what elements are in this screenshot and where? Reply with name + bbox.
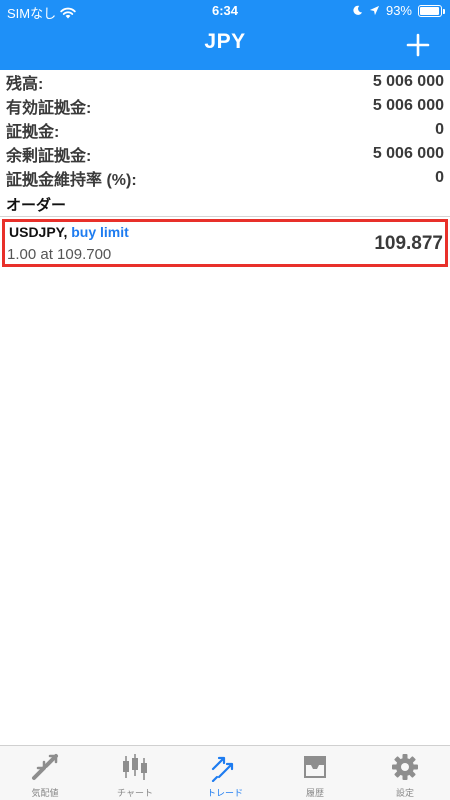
battery-percent: 93%: [385, 3, 412, 18]
account-value: 0: [435, 169, 444, 186]
tab-trade[interactable]: トレード: [180, 746, 270, 800]
account-label: 証拠金:: [6, 124, 60, 141]
tab-quotes[interactable]: 気配値: [0, 746, 90, 800]
account-row-margin-level: 証拠金維持率 (%): 0: [0, 166, 450, 190]
account-value: 5 006 000: [372, 97, 444, 114]
plus-icon[interactable]: [406, 33, 430, 57]
tab-label: 履歴: [305, 788, 324, 798]
order-symbol: USDJPY,: [9, 224, 68, 240]
settings-icon: [392, 754, 418, 780]
account-value: 5 006 000: [372, 73, 444, 90]
account-row-balance: 残高: 5 006 000: [0, 70, 450, 94]
moon-icon: [353, 5, 363, 15]
account-label: 余剰証拠金:: [6, 148, 92, 165]
history-icon: [304, 756, 326, 778]
tab-bar: 気配値 チャート トレード 履歴 設定: [0, 745, 450, 800]
account-row-margin: 証拠金: 0: [0, 118, 450, 142]
status-bar: SIMなし 6:34 93%: [0, 0, 450, 22]
order-title: USDJPY, buy limit: [9, 224, 129, 240]
account-value: 0: [435, 121, 444, 138]
tab-label: トレード: [206, 788, 243, 798]
app-header: SIMなし 6:34 93% JPY: [0, 0, 450, 70]
status-right: 93%: [352, 3, 445, 18]
tab-chart[interactable]: チャート: [90, 746, 180, 800]
account-label: 有効証拠金:: [6, 100, 92, 117]
account-row-equity: 有効証拠金: 5 006 000: [0, 94, 450, 118]
account-row-free-margin: 余剰証拠金: 5 006 000: [0, 142, 450, 166]
order-current-price: 109.877: [374, 233, 443, 254]
account-label: 残高:: [6, 76, 44, 93]
battery-icon: [418, 4, 445, 17]
trade-icon: [211, 756, 234, 782]
chart-icon: [123, 754, 147, 780]
tab-label: 設定: [395, 788, 414, 798]
tab-history[interactable]: 履歴: [270, 746, 360, 800]
order-details: 1.00 at 109.700: [7, 246, 112, 263]
quotes-icon: [32, 754, 58, 780]
page-title: JPY: [204, 30, 246, 53]
orders-section-title: オーダー: [6, 197, 67, 214]
tab-label: 気配値: [31, 788, 59, 798]
account-value: 5 006 000: [372, 145, 444, 162]
account-summary: 残高: 5 006 000 有効証拠金: 5 006 000 証拠金: 0 余剰…: [0, 70, 450, 190]
tab-settings[interactable]: 設定: [360, 746, 450, 800]
location-arrow-icon: [369, 5, 380, 16]
account-label: 証拠金維持率 (%):: [6, 172, 137, 189]
tab-label: チャート: [117, 788, 153, 798]
battery-fill: [420, 6, 439, 15]
section-divider: [0, 216, 450, 217]
order-type: buy limit: [71, 224, 129, 240]
order-row[interactable]: USDJPY, buy limit 1.00 at 109.700 109.87…: [2, 219, 448, 267]
